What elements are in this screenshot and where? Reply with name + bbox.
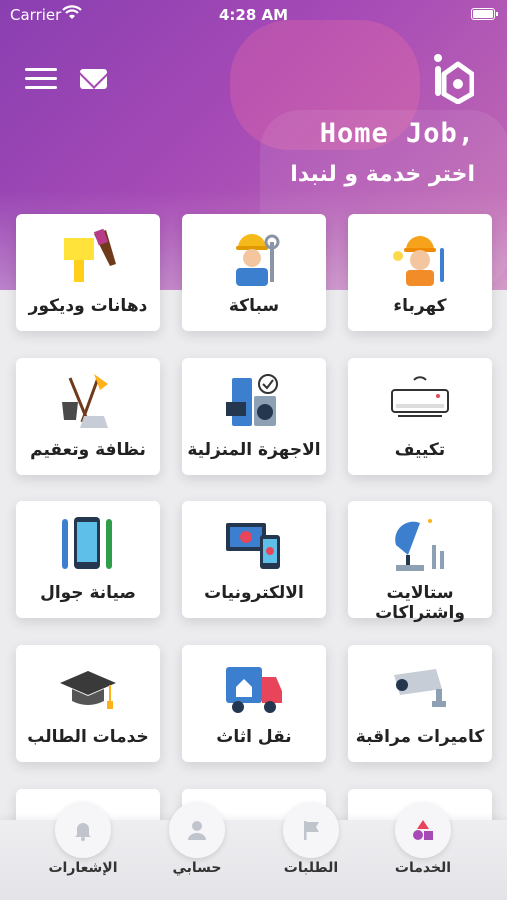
user-icon <box>188 821 206 840</box>
service-card-moving[interactable]: نقل اثاث <box>182 645 326 762</box>
service-label: دهانات وديكور <box>28 296 148 316</box>
tab-services[interactable]: الخدمات <box>378 802 468 900</box>
service-label: سباكة <box>228 296 280 316</box>
electrician-icon <box>393 236 444 286</box>
home-appliances-icon <box>226 374 278 426</box>
shapes-icon <box>413 820 433 840</box>
service-label: نظافة وتعقيم <box>30 440 146 460</box>
service-label: كاميرات مراقبة <box>355 727 485 747</box>
service-card-phone-repair[interactable]: صيانة جوال <box>16 501 160 618</box>
security-camera-icon <box>394 669 446 707</box>
service-card-plumbing[interactable]: سباكة <box>182 214 326 331</box>
tab-orders[interactable]: الطلبات <box>266 802 356 900</box>
service-label: الالكترونيات <box>204 583 304 603</box>
service-label: صيانة جوال <box>40 583 136 603</box>
tab-label: حسابي <box>172 860 222 876</box>
service-card-painting[interactable]: دهانات وديكور <box>16 214 160 331</box>
graduation-cap-icon <box>60 671 116 709</box>
service-card-appliances[interactable]: الاجهزة المنزلية <box>182 358 326 475</box>
tab-label: الخدمات <box>394 860 452 876</box>
service-card-cleaning[interactable]: نظافة وتعقيم <box>16 358 160 475</box>
bell-icon <box>75 823 91 841</box>
service-label: الاجهزة المنزلية <box>187 440 321 460</box>
service-label: خدمات الطالب <box>27 727 149 747</box>
tab-notifications[interactable]: الإشعارات <box>38 802 128 900</box>
paint-roller-icon <box>64 228 116 282</box>
service-card-ac[interactable]: تكييف <box>348 358 492 475</box>
service-card-satellite[interactable]: ستالايت واشتراكات <box>348 501 492 623</box>
tab-icon-circle <box>169 802 225 858</box>
tab-account[interactable]: حسابي <box>152 802 242 900</box>
tab-icon-circle <box>283 802 339 858</box>
service-label: كهرباء <box>393 296 447 316</box>
tab-label: الطلبات <box>283 860 339 876</box>
services-grid: كهرباء سباكة دهانات وديكور تكييف الاجهزة… <box>0 0 507 900</box>
tab-label: الإشعارات <box>48 860 118 876</box>
plumber-icon <box>236 234 280 286</box>
service-card-electric[interactable]: كهرباء <box>348 214 492 331</box>
phone-repair-icon <box>62 517 112 569</box>
air-conditioner-icon <box>391 376 449 417</box>
cleaning-icon <box>62 374 108 428</box>
moving-truck-icon <box>226 667 282 713</box>
service-label: تكييف <box>394 440 446 460</box>
satellite-dish-icon <box>395 519 444 571</box>
bottom-tab-bar: الإشعارات حسابي الطلبات الخدمات <box>0 802 507 900</box>
electronics-icon <box>226 523 280 569</box>
flag-icon <box>304 821 319 840</box>
service-card-cctv[interactable]: كاميرات مراقبة <box>348 645 492 762</box>
tab-icon-circle <box>55 802 111 858</box>
service-card-student[interactable]: خدمات الطالب <box>16 645 160 762</box>
tab-icon-circle <box>395 802 451 858</box>
service-label: ستالايت واشتراكات <box>375 583 465 623</box>
service-card-electronics[interactable]: الالكترونيات <box>182 501 326 618</box>
service-label: نقل اثاث <box>216 727 292 747</box>
